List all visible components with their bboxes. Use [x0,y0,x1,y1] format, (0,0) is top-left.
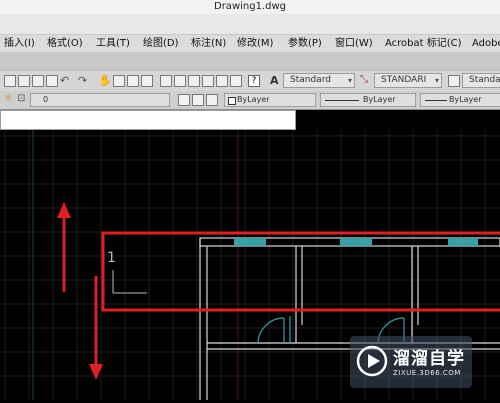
menu-item[interactable]: 格式(O) [47,35,83,53]
menu-item[interactable]: 修改(M) [237,35,273,53]
menu-item[interactable]: 标注(N) [191,35,226,53]
properties-toolbar: ☼ ⊡ 0 ByLayer ByLayer ByLayer [0,91,500,110]
design-center-icon[interactable] [174,75,186,87]
menu-item[interactable]: Adobe [472,35,500,53]
layer-value: 0 [43,95,49,104]
zoom-realtime-icon[interactable] [113,75,125,87]
play-logo-icon [356,345,388,377]
layer-lock-icon[interactable]: ⊡ [17,93,25,104]
layer-previous-icon[interactable] [192,94,204,106]
copy-icon[interactable] [18,75,30,87]
redo-icon[interactable]: ↷ [78,74,87,87]
ribbon-band [0,14,500,34]
text-style-dropdown[interactable]: Standard ▾ [283,73,355,88]
linetype-value: ByLayer [363,95,396,104]
standard-toolbar: ↶ ↷ ✋ ? A Standard ▾ ⤡ STANDARI ▾ Standa… [0,70,500,93]
pan-icon[interactable]: ✋ [98,74,112,87]
color-dropdown[interactable]: ByLayer [224,93,316,107]
lineweight-dropdown[interactable]: ByLayer [420,93,500,107]
zoom-window-icon[interactable] [127,75,139,87]
watermark: 溜溜自学 ZIXUE.3D66.COM [350,336,472,388]
make-current-layer-icon[interactable] [178,94,190,106]
title-bar: Drawing1.dwg [0,0,500,15]
lineweight-value: ByLayer [449,95,482,104]
color-swatch [228,97,236,105]
table-style-dropdown[interactable]: Standard [462,73,500,88]
chevron-down-icon: ▾ [347,76,352,85]
lineweight-sample [425,100,447,101]
properties-icon[interactable] [160,75,172,87]
command-input[interactable] [0,110,296,130]
calculator-icon[interactable] [230,75,242,87]
ucs-label: 1 [107,250,116,266]
menu-item[interactable]: 绘图(D) [143,35,179,53]
menu-bar: 插入(I) 格式(O) 工具(T) 绘图(D) 标注(N) 修改(M) 参数(P) 窗口(W)… [0,34,500,54]
menu-item[interactable]: 工具(T) [96,35,130,53]
text-style-value: Standard [290,75,331,85]
menu-item[interactable]: Acrobat 标记(C) [385,35,462,53]
layer-state-icon[interactable]: ☼ [4,93,13,104]
table-style-icon [448,75,460,87]
menu-item[interactable]: 窗口(W) [335,35,373,53]
linetype-dropdown[interactable]: ByLayer [320,93,416,107]
color-value: ByLayer [237,95,270,104]
linetype-sample [325,100,359,101]
menu-item[interactable]: 插入(I) [4,35,35,53]
help-icon[interactable]: ? [248,75,260,87]
dim-style-dropdown[interactable]: STANDARI ▾ [374,73,442,88]
sheet-set-icon[interactable] [202,75,214,87]
match-properties-icon[interactable] [46,75,58,87]
markup-icon[interactable] [216,75,228,87]
menu-item[interactable]: 参数(P) [288,35,322,53]
tool-palettes-icon[interactable] [188,75,200,87]
watermark-subtitle: ZIXUE.3D66.COM [393,369,461,377]
undo-icon[interactable]: ↶ [60,74,69,87]
watermark-title: 溜溜自学 [393,349,465,369]
text-style-icon: A [270,74,279,87]
dim-style-icon: ⤡ [360,74,368,85]
window-title: Drawing1.dwg [214,1,286,12]
layer-dropdown[interactable]: 0 [30,93,170,107]
paste-icon[interactable] [32,75,44,87]
zoom-previous-icon[interactable] [141,75,153,87]
open-icon[interactable] [4,75,16,87]
table-style-value: Standard [469,75,500,85]
dim-style-value: STANDARI [381,75,427,85]
toolbar-spacer [0,52,500,70]
chevron-down-icon: ▾ [434,76,439,85]
layer-manager-icon[interactable] [206,94,218,106]
